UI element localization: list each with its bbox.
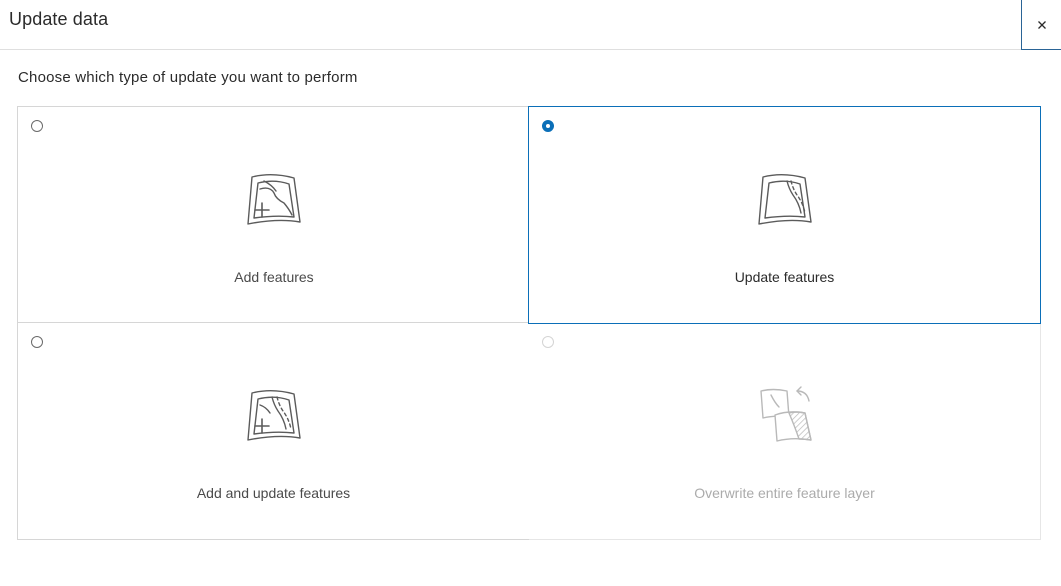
option-label: Update features: [734, 269, 835, 285]
close-button[interactable]: [1021, 0, 1061, 50]
radio-overwrite-feature-layer: [542, 336, 554, 348]
update-data-dialog: Update data Choose which type of update …: [0, 0, 1061, 586]
close-icon: [1037, 20, 1046, 29]
update-type-prompt: Choose which type of update you want to …: [18, 69, 358, 86]
map-update-icon: [757, 174, 812, 225]
option-label: Add features: [234, 269, 314, 285]
radio-add-features[interactable]: [31, 120, 43, 132]
layer-overwrite-icon: [759, 386, 812, 442]
option-overwrite-feature-layer: Overwrite entire feature layer: [529, 322, 1041, 540]
dialog-header: Update data: [0, 0, 1061, 50]
radio-update-features[interactable]: [542, 120, 554, 132]
option-add-and-update-features[interactable]: Add and update features: [17, 322, 530, 540]
option-label: Add and update features: [196, 485, 351, 501]
option-label: Overwrite entire feature layer: [694, 485, 875, 501]
radio-add-and-update-features[interactable]: [31, 336, 43, 348]
update-type-options: Add features Update features Add and upd…: [17, 106, 1041, 540]
map-add-icon: [247, 174, 301, 225]
map-add-update-icon: [246, 390, 301, 441]
option-add-features[interactable]: Add features: [17, 106, 530, 323]
dialog-title: Update data: [9, 9, 109, 29]
option-update-features[interactable]: Update features: [528, 106, 1041, 324]
